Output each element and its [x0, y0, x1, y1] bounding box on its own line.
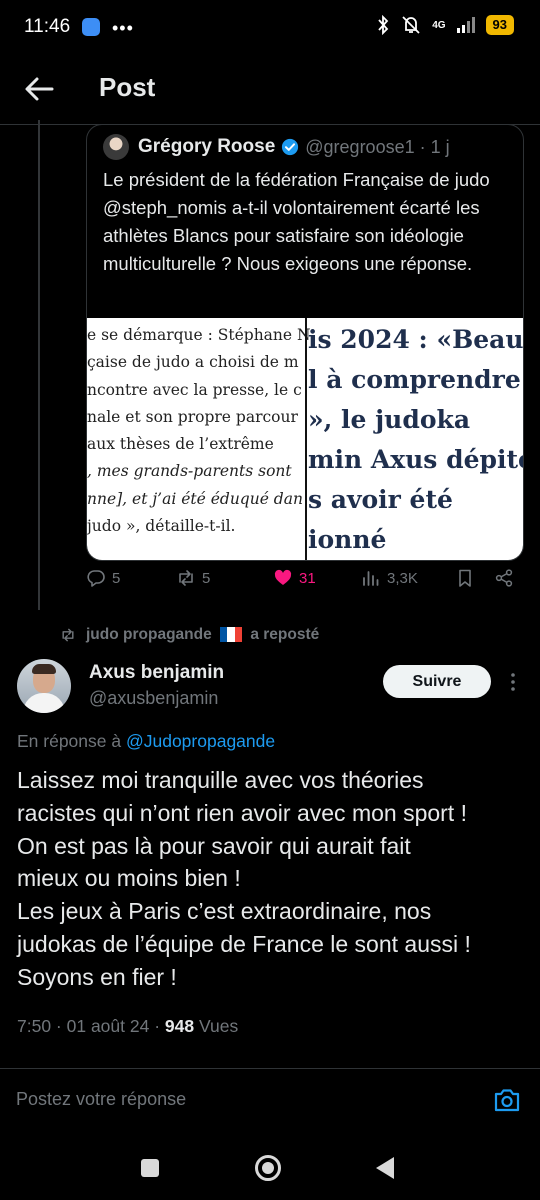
recents-button[interactable] — [141, 1159, 159, 1177]
reply-context: En réponse à @Judopropagande — [17, 731, 275, 752]
views-button[interactable]: 3,3K — [361, 568, 418, 588]
reply-composer — [0, 1069, 540, 1135]
notification-dots: ••• — [112, 18, 134, 38]
status-bar: 11:46 ••• 4G 93 — [0, 0, 540, 56]
author-avatar[interactable] — [17, 659, 71, 713]
back-arrow-icon[interactable] — [22, 72, 56, 106]
headline-line: », le judoka — [308, 405, 471, 434]
quoted-author-avatar[interactable] — [103, 134, 129, 160]
post-text-line: racistes qui n’ont rien avoir avec mon s… — [17, 799, 467, 826]
excerpt-line: e se démarque : Stéphane N — [87, 326, 311, 344]
status-time: 11:46 — [24, 16, 71, 37]
excerpt-line: nale et son propre parcour — [87, 407, 298, 426]
post-time-date: 7:50 · 01 août 24 · — [17, 1016, 165, 1036]
repost-suffix: a reposté — [250, 626, 320, 643]
post-text: Laissez moi tranquille avec vos théories… — [17, 764, 527, 994]
headline-line: s avoir été — [308, 485, 453, 514]
repost-button[interactable]: 5 — [176, 568, 210, 588]
repost-banner[interactable]: judo propagande a reposté — [60, 626, 319, 644]
share-icon — [495, 569, 513, 587]
reply-context-prefix: En réponse à — [17, 731, 126, 751]
page-title: Post — [99, 72, 156, 102]
repost-count: 5 — [202, 569, 211, 587]
reply-input[interactable] — [16, 1089, 456, 1110]
post-text-line: mieux ou moins bien ! — [17, 865, 241, 892]
excerpt-line: , mes grands-parents sont — [87, 462, 292, 481]
post-actions-bar: 5 5 31 3,3K — [86, 568, 524, 602]
quoted-post-image[interactable]: e se démarque : Stéphane N çaise de judo… — [87, 318, 523, 560]
repost-icon — [62, 628, 74, 642]
repost-icon — [179, 570, 193, 586]
post-text-line: On est pas là pour savoir qui aurait fai… — [17, 832, 411, 859]
article-excerpt-left: e se démarque : Stéphane N çaise de judo… — [87, 318, 311, 560]
post-text-line: Laissez moi tranquille avec vos théories — [17, 767, 424, 793]
reposter-name: judo propagande — [86, 626, 212, 643]
excerpt-line: judo », détaille-t-il. — [87, 517, 236, 536]
status-icons: 4G 93 — [376, 14, 514, 36]
bookmark-icon — [459, 569, 471, 587]
app-header: Post — [0, 60, 540, 120]
like-button[interactable]: 31 — [273, 568, 316, 588]
excerpt-line: nne], et j’ai été éduqué dan — [87, 489, 303, 508]
quoted-post-header: Grégory Roose @gregroose1 · 1 j — [103, 134, 450, 160]
signal-icon — [456, 17, 475, 33]
bookmark-button[interactable] — [455, 568, 475, 588]
reply-icon — [87, 570, 105, 587]
system-navigation-bar — [0, 1135, 540, 1200]
home-button[interactable] — [255, 1155, 281, 1181]
share-button[interactable] — [494, 568, 514, 588]
heart-icon — [274, 569, 292, 585]
headline-line: l à comprendre — [308, 365, 521, 394]
excerpt-line: ncontre avec la presse, le c — [87, 380, 302, 399]
bluetooth-icon — [378, 15, 389, 35]
mute-icon — [402, 16, 420, 34]
article-headline-right: is 2024 : «Beauc l à comprendre », le ju… — [308, 318, 523, 560]
quoted-post-text: Le président de la fédération Française … — [103, 169, 490, 274]
reply-count: 5 — [112, 569, 121, 587]
follow-button[interactable]: Suivre — [383, 665, 491, 698]
excerpt-line: aux thèses de l’extrême — [87, 435, 274, 454]
views-icon — [363, 571, 379, 586]
image-divider — [305, 318, 307, 560]
quoted-author-name[interactable]: Grégory Roose — [138, 136, 275, 158]
reply-mention-link[interactable]: @Judopropagande — [126, 731, 275, 751]
network-type: 4G — [432, 19, 446, 31]
post-view-count: 948 — [164, 1016, 195, 1036]
excerpt-line: çaise de judo a choisi de m — [87, 353, 299, 372]
post-text-line: Les jeux à Paris c’est extraordinaire, n… — [17, 898, 432, 925]
post-text-line: judokas de l’équipe de France le sont au… — [17, 930, 471, 957]
like-count: 31 — [299, 569, 316, 587]
quoted-author-handle-time: @gregroose1 · 1 j — [305, 136, 450, 157]
reply-button[interactable]: 5 — [86, 568, 120, 588]
headline-line: ionné — [308, 525, 387, 554]
verified-icon — [282, 138, 299, 156]
author-name[interactable]: Axus benjamin — [89, 662, 224, 684]
author-handle[interactable]: @axusbenjamin — [89, 688, 218, 709]
post-timestamp-views: 7:50 · 01 août 24 · 948 Vues — [17, 1016, 238, 1037]
headline-line: is 2024 : «Beauc — [308, 325, 523, 354]
post-text-line: Soyons en fier ! — [17, 963, 177, 990]
headline-line: min Axus dépité — [308, 445, 523, 474]
system-back-button[interactable] — [376, 1157, 394, 1179]
notification-app-icon — [82, 18, 100, 36]
camera-icon[interactable] — [493, 1087, 521, 1113]
more-icon[interactable] — [505, 670, 521, 694]
france-flag-icon — [220, 627, 243, 643]
post-views-label: Vues — [194, 1016, 239, 1036]
quoted-post-card[interactable]: Grégory Roose @gregroose1 · 1 j Le prési… — [86, 124, 524, 561]
battery-level: 93 — [485, 15, 514, 35]
views-count: 3,3K — [387, 569, 418, 587]
thread-line — [38, 120, 40, 610]
